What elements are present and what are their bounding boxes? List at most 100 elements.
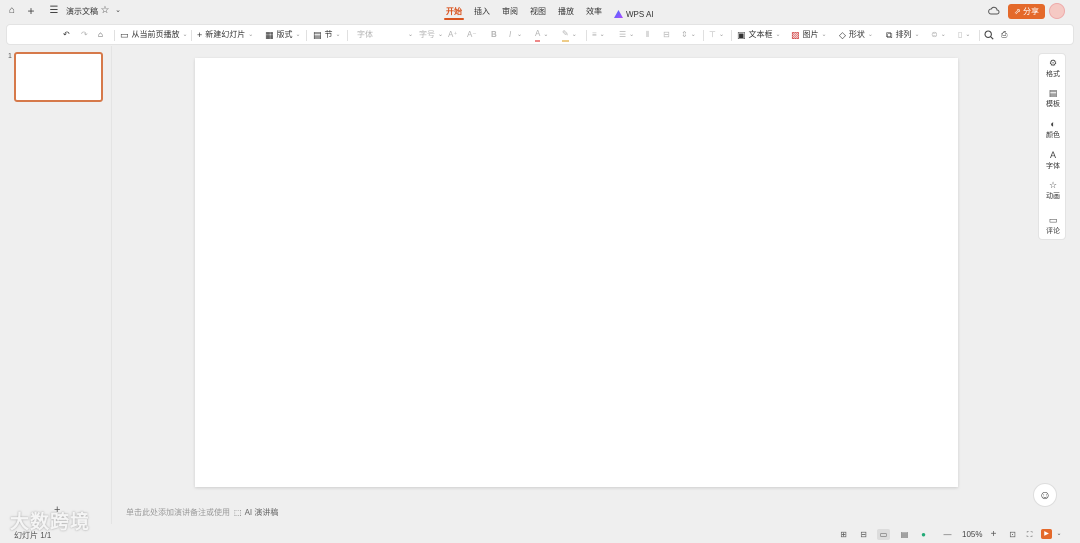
bullets-icon[interactable]: ☰ ⌄ [619, 29, 634, 41]
chevron-down-icon: ⌄ [295, 32, 301, 38]
bold-icon[interactable]: B [491, 29, 497, 41]
chevron-down-icon: ⌄ [867, 32, 873, 38]
undo-icon[interactable]: ↶ [63, 29, 70, 41]
divider [191, 30, 192, 41]
assistant-icon[interactable]: ☺ [1033, 483, 1057, 507]
share-button[interactable]: ⇗ 分享 [1008, 4, 1045, 19]
menu-icon[interactable]: ☰ [48, 5, 60, 17]
columns-icon[interactable]: ⫴ [646, 29, 649, 41]
grid-view-icon[interactable]: ⊞ [838, 529, 849, 540]
side-panel-animation[interactable]: ☆ 动画 [1039, 180, 1067, 201]
font-placeholder: 字体 [357, 30, 373, 39]
reading-view-icon[interactable]: ▤ [899, 529, 910, 540]
plus-icon: + [197, 30, 203, 40]
font-size-select[interactable]: 字号 ⌄ [419, 29, 443, 41]
star-icon: ☆ [1048, 180, 1058, 190]
new-tab-icon[interactable]: + [25, 5, 37, 17]
wps-ai-logo-icon [614, 10, 623, 18]
text-direction-icon[interactable]: ⊤ ⌄ [709, 29, 724, 41]
picture-button[interactable]: ▨ 图片 ⌄ [791, 29, 827, 41]
play-from-current-button[interactable]: ▭ 从当前页播放 ⌄ [120, 29, 188, 41]
play-screen-icon: ▭ [120, 30, 129, 40]
font-select[interactable]: 字体 ⌄ [357, 29, 413, 41]
cloud-icon[interactable] [988, 5, 1000, 17]
tab-review[interactable]: 审阅 [496, 0, 524, 22]
italic-icon[interactable]: I [509, 29, 511, 41]
side-panel-color[interactable]: ◐ 颜色 [1039, 119, 1067, 140]
side-panel-label: 模板 [1046, 101, 1060, 108]
side-panel-label: 格式 [1046, 71, 1060, 78]
highlight-icon[interactable]: ✎ ⌄ [562, 29, 577, 42]
chevron-down-icon: ⌄ [335, 32, 341, 38]
new-slide-button[interactable]: + 新建幻灯片 ⌄ [197, 29, 253, 41]
text-box-label: 文本框 [748, 30, 773, 39]
layout-label: 版式 [276, 30, 293, 39]
tab-insert[interactable]: 插入 [468, 0, 496, 22]
play-from-current-label: 从当前页播放 [131, 30, 180, 39]
tab-home[interactable]: 开始 [440, 0, 468, 22]
side-panel-template[interactable]: ▤ 模板 [1039, 88, 1067, 109]
fullscreen-icon[interactable]: ⛶ [1024, 529, 1035, 540]
share-icon: ⇗ [1014, 7, 1023, 16]
slide-thumbnail[interactable] [14, 52, 103, 102]
arrange-button[interactable]: ⧉ 排列 ⌄ [886, 29, 919, 41]
slide-canvas[interactable] [195, 58, 958, 487]
redo-icon[interactable]: ↷ [81, 29, 88, 41]
fit-window-icon[interactable]: ⊡ [1007, 529, 1018, 540]
line-spacing-icon[interactable]: ⇕ ⌄ [681, 29, 696, 41]
picture-label: 图片 [802, 30, 819, 39]
print-icon[interactable]: ⎙ [1001, 29, 1007, 41]
tab-wps-ai[interactable]: WPS AI [608, 0, 660, 22]
font-color-icon[interactable]: A ⌄ [535, 29, 548, 42]
star-icon[interactable]: ☆ [99, 5, 111, 17]
tab-play[interactable]: 播放 [552, 0, 580, 22]
text-box-button[interactable]: ▣ 文本框 ⌄ [737, 29, 781, 41]
layout-button[interactable]: ▦ 版式 ⌄ [265, 29, 301, 41]
ai-notes-button[interactable]: ⬚ AI 演讲稿 [234, 507, 278, 518]
increase-font-icon[interactable]: A⁺ [448, 29, 458, 41]
fill-icon[interactable]: ▯ ⌄ [958, 29, 970, 41]
side-panel: ⚙ 格式 ▤ 模板 ◐ 颜色 A 字体 ☆ 动画 ▭ 评论 [1038, 53, 1066, 240]
normal-view-icon[interactable]: ▭ [877, 529, 890, 540]
side-panel-comment[interactable]: ▭ 评论 [1039, 215, 1067, 236]
ribbon-tabs: 开始 插入 审阅 视图 播放 效率 WPS AI [440, 0, 660, 22]
side-panel-label: 颜色 [1046, 132, 1060, 139]
align-icon[interactable]: ≡ ⌄ [592, 29, 605, 41]
divider [306, 30, 307, 41]
document-title[interactable]: 演示文稿 [66, 6, 98, 17]
chevron-down-icon[interactable]: ⌄ [1055, 529, 1063, 540]
picture-icon: ▨ [791, 30, 800, 40]
format-painter-icon[interactable]: ⌂ [98, 29, 103, 41]
text-box-icon: ▣ [737, 30, 746, 40]
arrange-icon: ⧉ [886, 30, 893, 40]
avatar[interactable] [1049, 3, 1065, 19]
palette-icon: ◐ [1050, 119, 1056, 129]
section-button[interactable]: ▤ 节 ⌄ [313, 29, 341, 41]
home-icon[interactable]: ⌂ [6, 5, 18, 17]
distribute-icon[interactable]: ⊟ [663, 29, 670, 41]
watermark: 大数跨境 [10, 512, 91, 533]
search-icon[interactable] [984, 29, 994, 41]
globe-icon[interactable]: ● [918, 529, 929, 540]
shape-button[interactable]: ◇ 形状 ⌄ [839, 29, 873, 41]
zoom-level[interactable]: 105% [962, 530, 982, 539]
chevron-down-icon[interactable]: ⌄ [112, 5, 124, 17]
zoom-out-icon[interactable]: — [942, 529, 953, 540]
side-panel-label: 字体 [1046, 163, 1060, 170]
divider [114, 30, 115, 41]
chevron-down-icon: ⌄ [182, 32, 188, 38]
side-panel-format[interactable]: ⚙ 格式 [1039, 58, 1067, 79]
chevron-down-icon[interactable]: ⌄ [517, 29, 522, 41]
outline-icon[interactable]: ⊜ ⌄ [931, 29, 946, 41]
notes-placeholder[interactable]: 单击此处添加演讲备注或使用 [126, 507, 230, 518]
wps-ai-label: WPS AI [626, 9, 654, 19]
slide-sorter-icon[interactable]: ⊟ [858, 529, 869, 540]
side-panel-font[interactable]: A 字体 [1039, 150, 1067, 171]
font-size-placeholder: 字号 [419, 30, 435, 39]
decrease-font-icon[interactable]: A⁻ [467, 29, 477, 41]
shape-label: 形状 [848, 30, 865, 39]
play-icon[interactable]: ▶ [1041, 529, 1052, 539]
tab-efficiency[interactable]: 效率 [580, 0, 608, 22]
tab-view[interactable]: 视图 [524, 0, 552, 22]
zoom-in-icon[interactable]: + [988, 529, 999, 540]
